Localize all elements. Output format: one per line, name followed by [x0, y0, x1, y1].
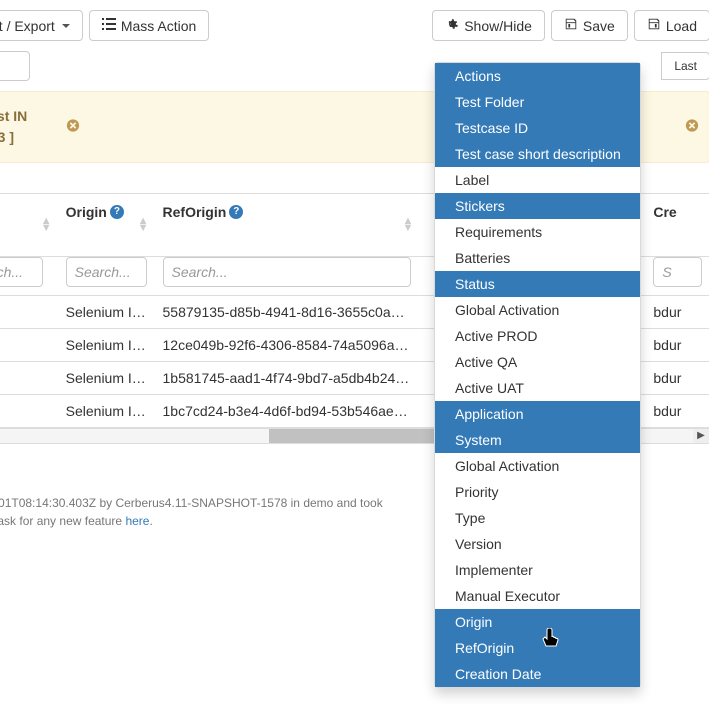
- dropdown-item[interactable]: System: [435, 427, 640, 453]
- save-label: Save: [583, 18, 615, 34]
- search-m[interactable]: [0, 257, 43, 287]
- search-created[interactable]: [653, 257, 702, 287]
- dropdown-item[interactable]: Active PROD: [435, 323, 640, 349]
- sort-icon: ▲▼: [402, 218, 413, 232]
- cell-m: PLES: [0, 361, 58, 394]
- cell-created: bdur: [645, 328, 709, 361]
- scrollbar-thumb[interactable]: [269, 429, 437, 443]
- dropdown-item[interactable]: Global Activation: [435, 297, 640, 323]
- cell-reforigin: 1bc7cd24-b3e4-4d6f-bd94-53b546ae751d: [155, 394, 420, 427]
- mass-action-label: Mass Action: [121, 18, 196, 34]
- cell-reforigin: 55879135-d85b-4941-8d16-3655c0a0abf5: [155, 295, 420, 328]
- dropdown-item[interactable]: Actions: [435, 63, 640, 89]
- caret-icon: [62, 24, 70, 28]
- help-icon[interactable]: ?: [229, 205, 243, 219]
- dropdown-item[interactable]: Global Activation: [435, 453, 640, 479]
- col-header-reforigin[interactable]: RefOrigin ?▲▼: [155, 194, 420, 256]
- dropdown-item[interactable]: Type: [435, 505, 640, 531]
- import-export-label: Import / Export: [0, 18, 55, 34]
- col-header-m[interactable]: m▲▼: [0, 194, 58, 256]
- cell-reforigin: 12ce049b-92f6-4306-8584-74a5096a7a10: [155, 328, 420, 361]
- pager-last-button[interactable]: Last: [661, 52, 709, 80]
- alert-close-left[interactable]: [66, 119, 80, 136]
- dropdown-item[interactable]: Application: [435, 401, 640, 427]
- cell-m: PLES: [0, 295, 58, 328]
- filter-alert-text: ec.test INSIDE3 ]: [0, 106, 27, 148]
- col-header-created[interactable]: Cre: [645, 194, 709, 256]
- dropdown-item[interactable]: Test case short description: [435, 141, 640, 167]
- dropdown-item[interactable]: Priority: [435, 479, 640, 505]
- page-input[interactable]: [0, 51, 30, 81]
- sort-icon: ▲▼: [138, 218, 149, 232]
- col-header-origin[interactable]: Origin ?▲▼: [58, 194, 155, 256]
- load-label: Load: [666, 18, 697, 34]
- list-icon: [102, 17, 116, 34]
- mass-action-button[interactable]: Mass Action: [89, 10, 209, 41]
- scrollbar-right-arrow[interactable]: ▶: [693, 429, 709, 443]
- gear-icon: [445, 17, 459, 34]
- dropdown-item[interactable]: RefOrigin: [435, 635, 640, 661]
- dropdown-item[interactable]: Label: [435, 167, 640, 193]
- search-origin[interactable]: [66, 257, 147, 287]
- save-button[interactable]: Save: [551, 10, 628, 41]
- cell-m: PLES: [0, 394, 58, 427]
- import-export-button[interactable]: Import / Export: [0, 10, 83, 41]
- cell-origin: Selenium IDE: [58, 328, 155, 361]
- cell-reforigin: 1b581745-aad1-4f74-9bd7-a5db4b24151e: [155, 361, 420, 394]
- dropdown-item[interactable]: Test Folder: [435, 89, 640, 115]
- dropdown-item[interactable]: Batteries: [435, 245, 640, 271]
- footer-line2a: a bug or ask for any new feature: [0, 514, 125, 528]
- cell-created: bdur: [645, 361, 709, 394]
- cell-created: bdur: [645, 394, 709, 427]
- show-hide-dropdown[interactable]: ActionsTest FolderTestcase IDTest case s…: [434, 62, 641, 688]
- cell-created: bdur: [645, 295, 709, 328]
- load-icon: [647, 17, 661, 34]
- dropdown-item[interactable]: Manual Executor: [435, 583, 640, 609]
- dropdown-item[interactable]: Requirements: [435, 219, 640, 245]
- cell-origin: Selenium IDE: [58, 295, 155, 328]
- dropdown-item[interactable]: Status: [435, 271, 640, 297]
- cell-origin: Selenium IDE: [58, 394, 155, 427]
- dropdown-item[interactable]: Active QA: [435, 349, 640, 375]
- sort-icon: ▲▼: [41, 218, 52, 232]
- footer-line2b: .: [149, 514, 152, 528]
- dropdown-item[interactable]: Active UAT: [435, 375, 640, 401]
- help-icon[interactable]: ?: [110, 205, 124, 219]
- search-reforigin[interactable]: [163, 257, 412, 287]
- cell-origin: Selenium IDE: [58, 361, 155, 394]
- dropdown-item[interactable]: Creation Date: [435, 661, 640, 687]
- show-hide-button[interactable]: Show/Hide: [432, 10, 545, 41]
- footer-link-here[interactable]: here: [125, 514, 149, 528]
- cell-m: PLES: [0, 328, 58, 361]
- alert-close-right[interactable]: [685, 119, 699, 136]
- dropdown-item[interactable]: Testcase ID: [435, 115, 640, 141]
- dropdown-item[interactable]: Version: [435, 531, 640, 557]
- dropdown-item[interactable]: Implementer: [435, 557, 640, 583]
- dropdown-item[interactable]: Stickers: [435, 193, 640, 219]
- load-button[interactable]: Load: [634, 10, 709, 41]
- show-hide-label: Show/Hide: [464, 18, 532, 34]
- dropdown-item[interactable]: Origin: [435, 609, 640, 635]
- save-icon: [564, 17, 578, 34]
